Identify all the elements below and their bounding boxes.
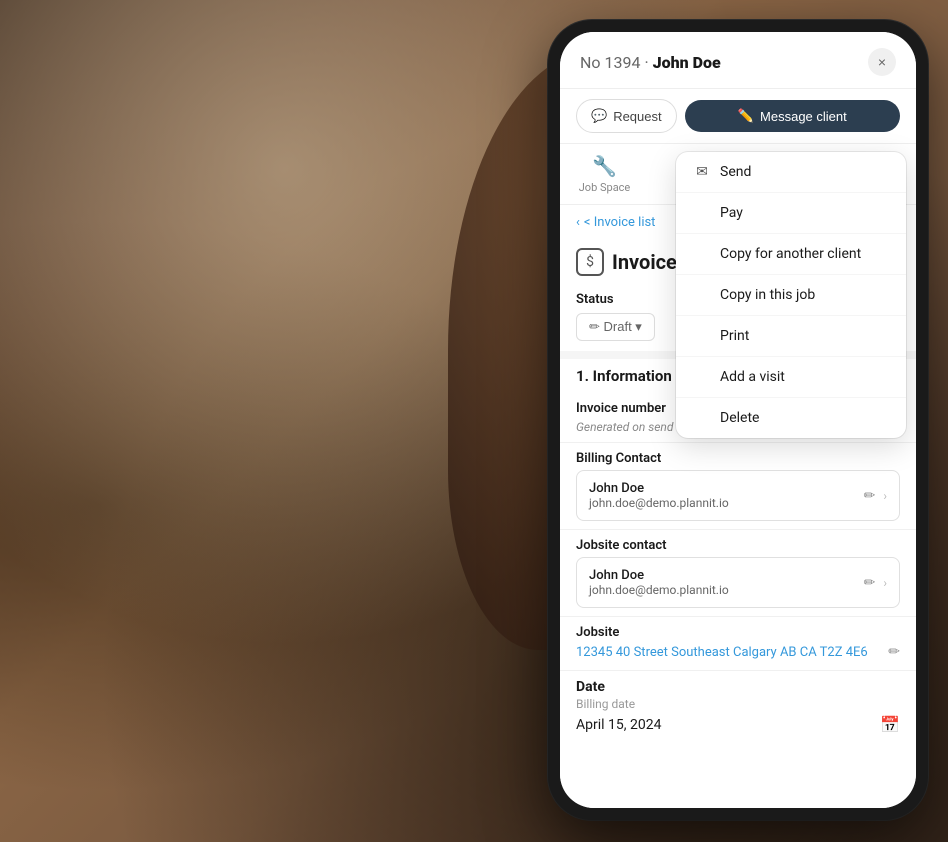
jobsite-chevron-icon: › bbox=[883, 576, 887, 590]
billing-contact-label: Billing Contact bbox=[576, 451, 900, 466]
action-row: 💬 Request ✏️ Message client bbox=[560, 89, 916, 144]
calendar-icon[interactable]: 📅 bbox=[880, 715, 900, 734]
add-visit-label: Add a visit bbox=[720, 369, 785, 385]
billing-contact-row: Billing Contact John Doe john.doe@demo.p… bbox=[560, 443, 916, 530]
modal-dialog: No 1394 · John Doe × 💬 Request ✏️ Messag… bbox=[560, 32, 916, 808]
back-chevron-icon: ‹ bbox=[576, 215, 580, 230]
dropdown-copy-for-another[interactable]: Copy for another client bbox=[676, 234, 906, 275]
phone-screen: No 1394 · John Doe × 💬 Request ✏️ Messag… bbox=[560, 32, 916, 808]
jobsite-contact-actions: ✏ › bbox=[864, 575, 887, 591]
dropdown-copy-in-this-job[interactable]: Copy in this job bbox=[676, 275, 906, 316]
jobsite-contact-row: Jobsite contact John Doe john.doe@demo.p… bbox=[560, 530, 916, 617]
jobsite-row: Jobsite 12345 40 Street Southeast Calgar… bbox=[560, 617, 916, 671]
title-separator: · bbox=[644, 53, 652, 72]
modal-title: No 1394 · John Doe bbox=[580, 53, 721, 72]
message-client-button[interactable]: ✏️ Message client bbox=[685, 100, 900, 132]
dropdown-add-visit[interactable]: Add a visit bbox=[676, 357, 906, 398]
billing-contact-actions: ✏ › bbox=[864, 488, 887, 504]
date-sublabel: Billing date bbox=[576, 697, 900, 711]
tab-job-space[interactable]: 🔧 Job Space bbox=[560, 148, 649, 204]
copy-another-label: Copy for another client bbox=[720, 246, 861, 262]
billing-contact-name: John Doe bbox=[589, 481, 729, 496]
invoice-icon: $ bbox=[576, 248, 604, 276]
date-row: Date Billing date April 15, 2024 📅 bbox=[560, 671, 916, 742]
phone-frame: No 1394 · John Doe × 💬 Request ✏️ Messag… bbox=[548, 20, 928, 820]
delete-label: Delete bbox=[720, 410, 759, 426]
jobsite-contact-box[interactable]: John Doe john.doe@demo.plannit.io ✏ › bbox=[576, 557, 900, 608]
dropdown-send[interactable]: ✉ Send bbox=[676, 152, 906, 193]
close-button[interactable]: × bbox=[868, 48, 896, 76]
invoice-title-row: $ Invoice bbox=[576, 248, 677, 276]
job-number: No 1394 bbox=[580, 53, 640, 72]
send-icon: ✉ bbox=[694, 164, 710, 180]
billing-contact-box[interactable]: John Doe john.doe@demo.plannit.io ✏ › bbox=[576, 470, 900, 521]
tab-job-space-label: Job Space bbox=[579, 181, 631, 194]
invoice-list-label: < Invoice list bbox=[584, 215, 656, 230]
request-button[interactable]: 💬 Request bbox=[576, 99, 677, 133]
jobsite-edit-icon[interactable]: ✏ bbox=[864, 575, 876, 591]
job-space-icon: 🔧 bbox=[592, 154, 617, 178]
request-icon: 💬 bbox=[591, 108, 607, 124]
dropdown-pay[interactable]: Pay bbox=[676, 193, 906, 234]
billing-edit-icon[interactable]: ✏ bbox=[864, 488, 876, 504]
send-label: Send bbox=[720, 164, 751, 180]
jobsite-contact-name: John Doe bbox=[589, 568, 729, 583]
invoice-title: Invoice bbox=[612, 250, 677, 274]
message-icon: ✏️ bbox=[738, 108, 754, 124]
billing-chevron-icon: › bbox=[883, 489, 887, 503]
draft-label: ✏ Draft ▾ bbox=[589, 319, 642, 335]
jobsite-contact-email: john.doe@demo.plannit.io bbox=[589, 583, 729, 597]
billing-contact-email: john.doe@demo.plannit.io bbox=[589, 496, 729, 510]
message-label: Message client bbox=[760, 109, 847, 124]
draft-button[interactable]: ✏ Draft ▾ bbox=[576, 313, 655, 341]
jobsite-address[interactable]: 12345 40 Street Southeast Calgary AB CA … bbox=[576, 644, 868, 662]
jobsite-label: Jobsite bbox=[576, 625, 900, 640]
client-name: John Doe bbox=[653, 53, 721, 72]
billing-contact-text: John Doe john.doe@demo.plannit.io bbox=[589, 481, 729, 510]
print-label: Print bbox=[720, 328, 749, 344]
actions-dropdown: ✉ Send Pay Copy for another client Copy … bbox=[676, 152, 906, 438]
dropdown-print[interactable]: Print bbox=[676, 316, 906, 357]
request-label: Request bbox=[613, 109, 661, 124]
section-information-label: 1. Information bbox=[576, 367, 672, 385]
copy-this-label: Copy in this job bbox=[720, 287, 815, 303]
pay-label: Pay bbox=[720, 205, 743, 221]
jobsite-contact-text: John Doe john.doe@demo.plannit.io bbox=[589, 568, 729, 597]
jobsite-contact-label: Jobsite contact bbox=[576, 538, 900, 553]
date-value: April 15, 2024 bbox=[576, 717, 661, 733]
date-header-label: Date bbox=[576, 679, 900, 695]
date-value-row: April 15, 2024 📅 bbox=[576, 715, 900, 734]
modal-header: No 1394 · John Doe × bbox=[560, 32, 916, 89]
jobsite-address-edit-icon[interactable]: ✏ bbox=[888, 644, 900, 660]
dropdown-delete[interactable]: Delete bbox=[676, 398, 906, 438]
